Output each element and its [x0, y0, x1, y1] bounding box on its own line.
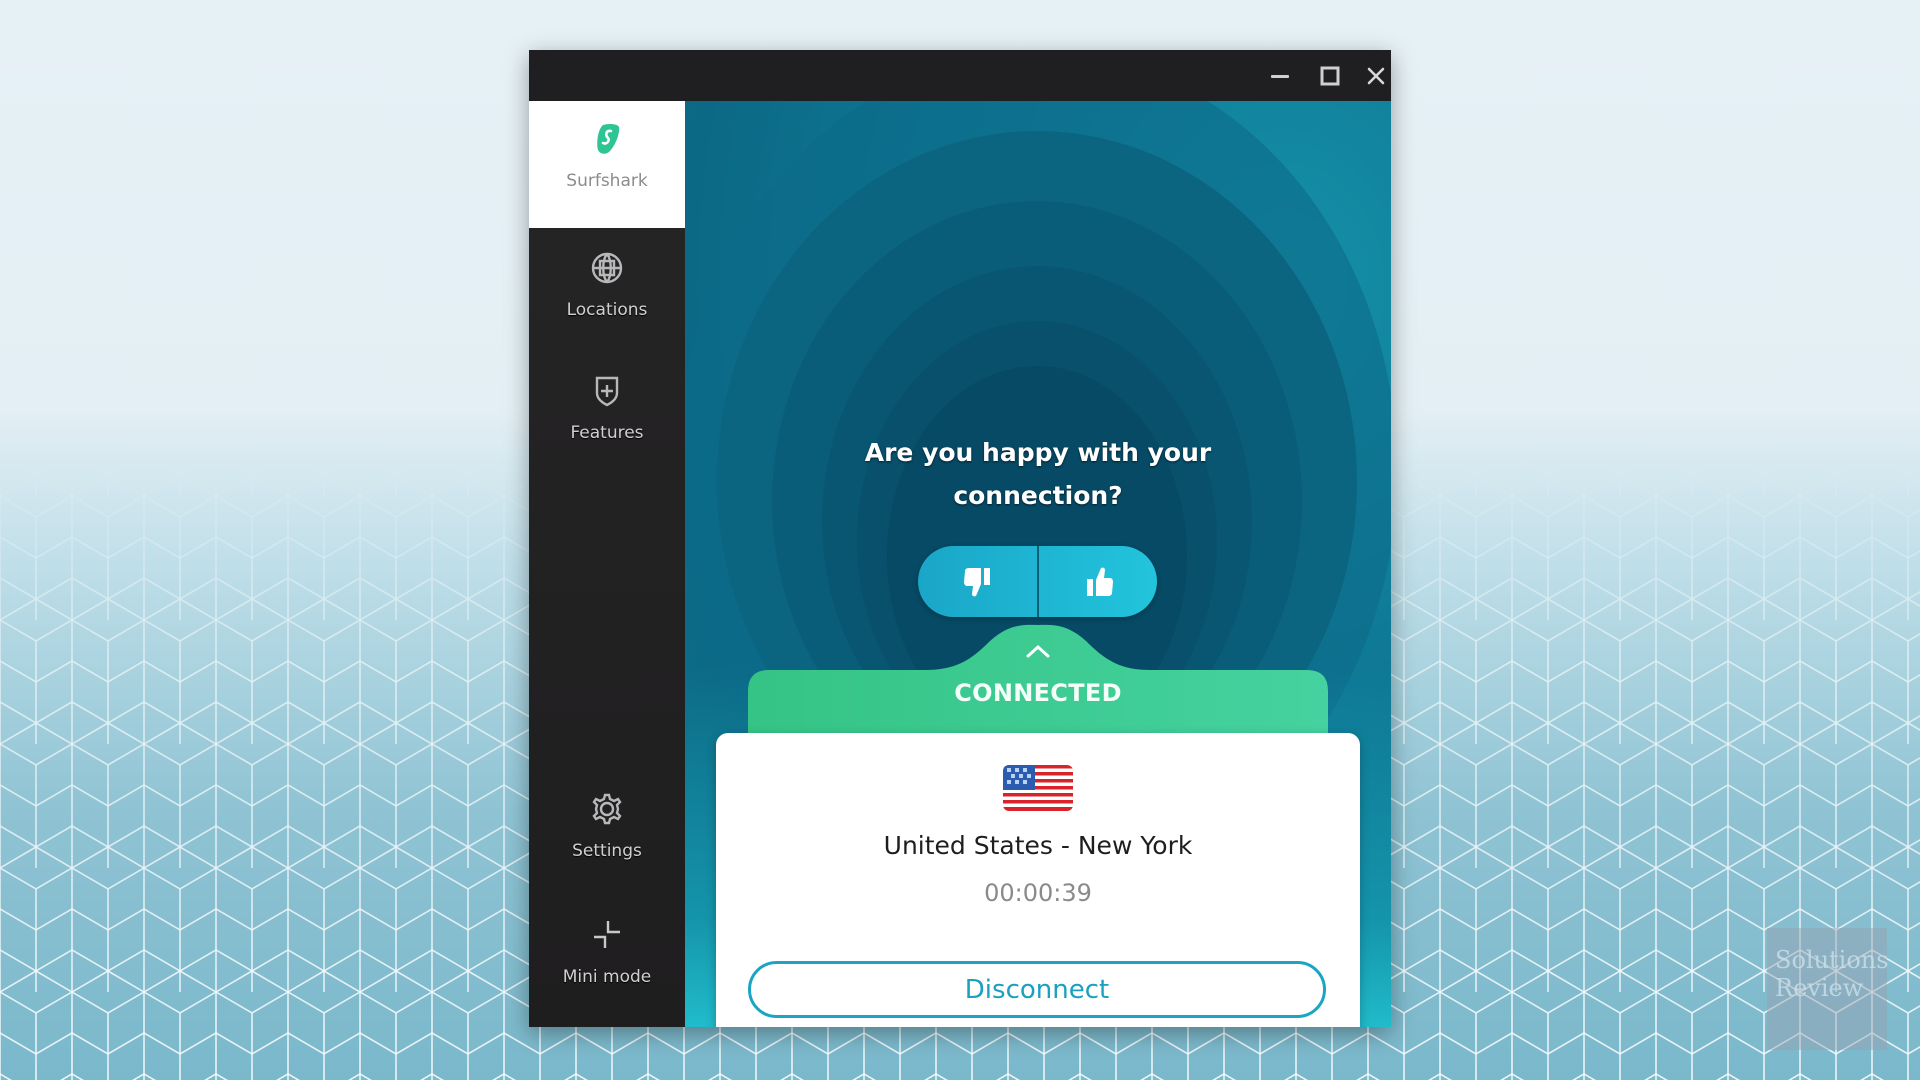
connection-rating [918, 546, 1157, 617]
main-panel: Are you happy with your connection? CONN… [685, 101, 1391, 1027]
connection-timer: 00:00:39 [984, 879, 1092, 907]
maximize-button[interactable] [1315, 62, 1345, 90]
connection-status: CONNECTED [954, 679, 1122, 707]
minimize-icon [1271, 75, 1289, 78]
sidebar-brand[interactable]: Surfshark [529, 101, 685, 228]
sidebar-item-locations[interactable]: Locations [529, 250, 685, 350]
feedback-question: Are you happy with your connection? [788, 431, 1288, 517]
minimize-button[interactable] [1265, 62, 1295, 90]
surfshark-logo-icon [597, 123, 620, 154]
connection-card: United States - New York 00:00:39 Discon… [716, 733, 1360, 1027]
sidebar-item-label: Locations [566, 300, 648, 320]
disconnect-button[interactable]: Disconnect [748, 961, 1326, 1018]
globe-icon [591, 252, 623, 284]
sidebar-item-mini-mode[interactable]: Mini mode [529, 917, 685, 1017]
maximize-icon [1320, 66, 1340, 86]
close-button[interactable] [1363, 62, 1389, 90]
close-icon [1367, 67, 1385, 85]
question-line-2: connection? [953, 481, 1123, 510]
sidebar-item-features[interactable]: Features [529, 373, 685, 473]
thumbs-down-button[interactable] [918, 546, 1037, 617]
sidebar-item-label: Settings [572, 841, 642, 861]
title-bar[interactable] [529, 50, 1391, 101]
shield-plus-icon [595, 376, 619, 407]
sidebar-item-settings[interactable]: Settings [529, 791, 685, 891]
sidebar: Surfshark Locations Features Settings Mi… [529, 101, 685, 1027]
chevron-up-icon [1026, 644, 1050, 658]
solutions-review-watermark: Solutions Review [1767, 928, 1889, 1050]
watermark-line-2: Review [1775, 974, 1864, 1002]
minimize-arrows-icon [594, 921, 620, 948]
brand-label: Surfshark [566, 171, 648, 191]
expand-button[interactable] [1018, 634, 1058, 668]
thumbs-up-icon [1086, 567, 1113, 596]
watermark-line-1: Solutions [1775, 946, 1889, 974]
gear-icon [592, 793, 622, 825]
surfshark-app-window: Surfshark Locations Features Settings Mi… [529, 50, 1391, 1027]
thumbs-up-button[interactable] [1039, 546, 1157, 617]
sidebar-item-label: Mini mode [562, 967, 652, 987]
thumbs-down-icon [963, 567, 990, 596]
us-flag-icon [1003, 765, 1073, 811]
question-line-1: Are you happy with your [864, 438, 1212, 467]
server-location: United States - New York [883, 831, 1193, 860]
sidebar-item-label: Features [570, 423, 644, 443]
